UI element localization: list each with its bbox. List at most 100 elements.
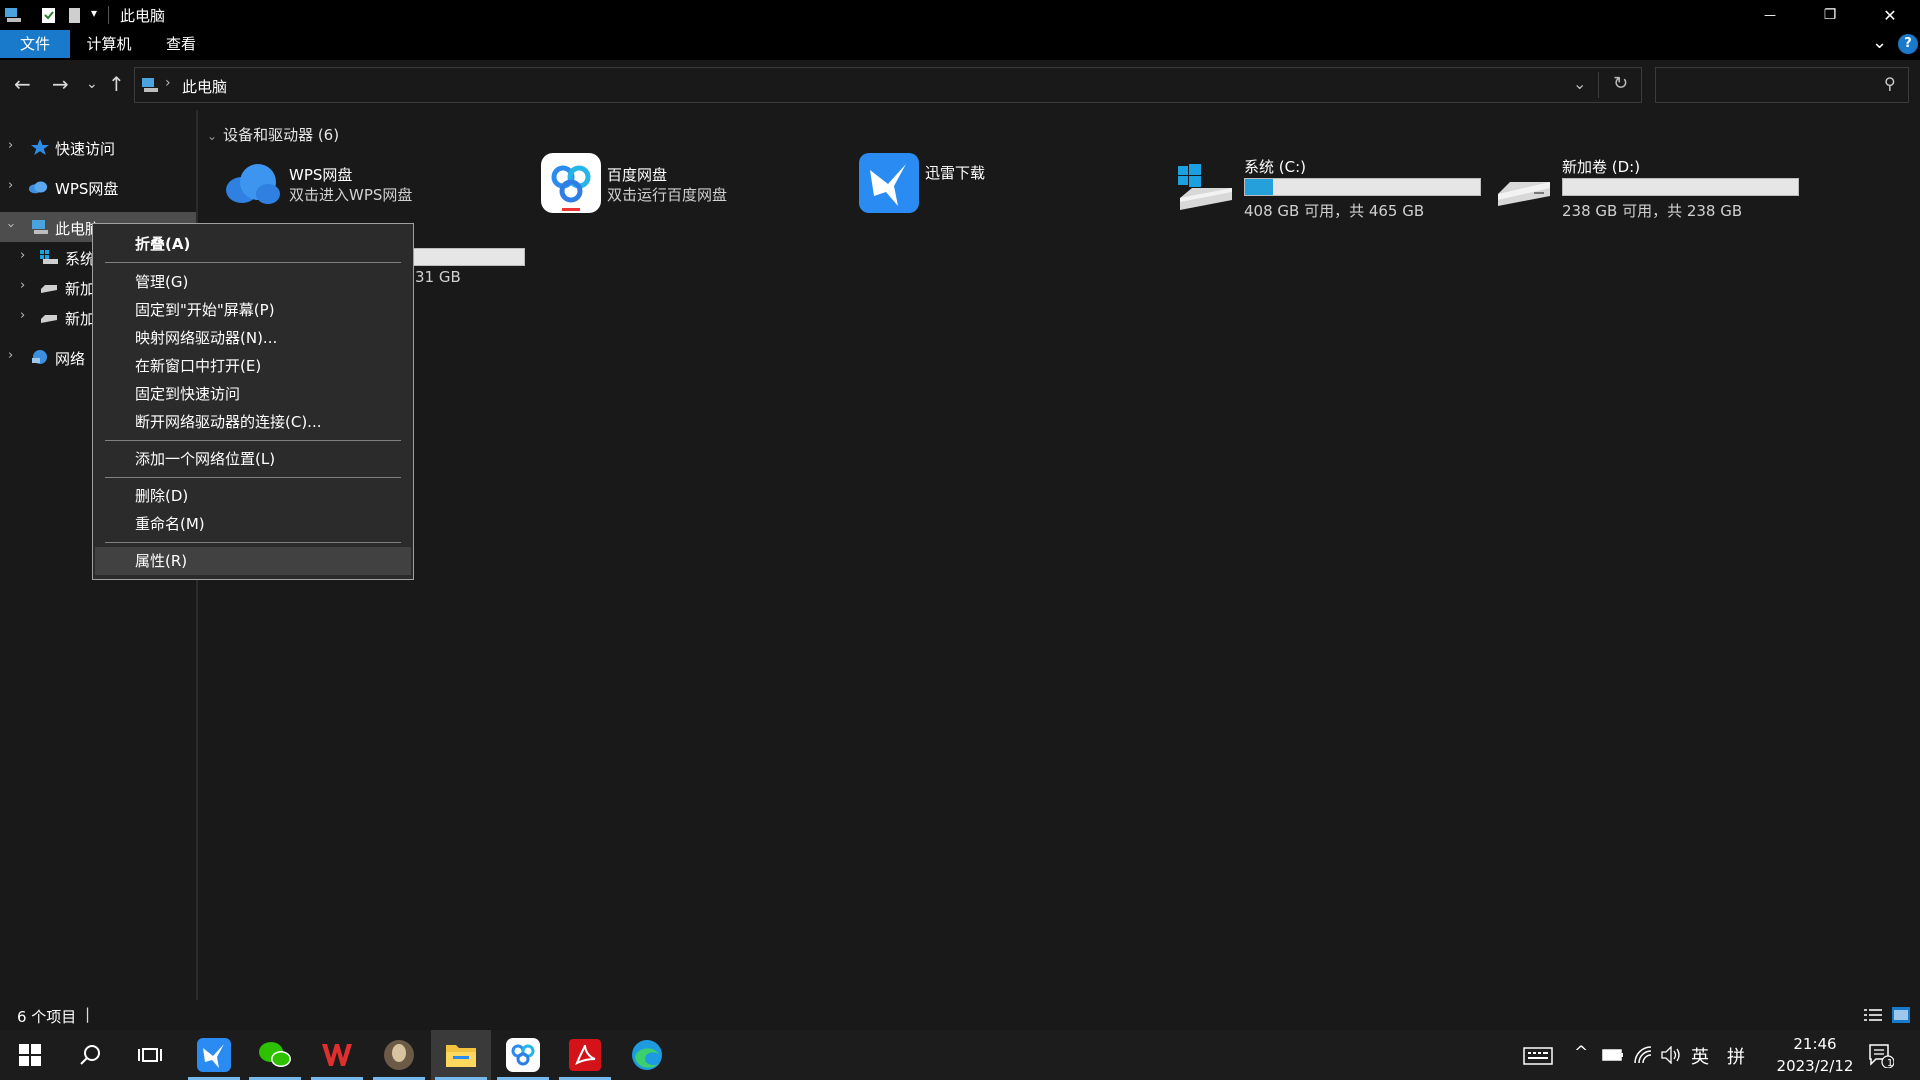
menu-item-properties[interactable]: 属性(R) (95, 547, 411, 575)
edge-browser-icon (632, 1040, 662, 1070)
drive-usage-bar (1562, 178, 1799, 196)
menu-item-add-network-location[interactable]: 添加一个网络位置(L) (95, 445, 411, 473)
drive-space-info: 408 GB 可用，共 465 GB (1244, 202, 1425, 220)
address-bar[interactable]: › 此电脑 ⌄ ↻ (134, 67, 1642, 103)
input-panel-icon[interactable] (1523, 1047, 1553, 1065)
taskbar-app-wps[interactable] (307, 1030, 367, 1080)
drive-d[interactable]: 新加卷 (D:) 238 GB 可用，共 238 GB (1494, 158, 1799, 242)
item-baidu-netdisk[interactable]: 百度网盘 双击运行百度网盘 (540, 152, 840, 232)
drive-space-info: 31 GB (415, 268, 461, 286)
title-bar: ▾ 此电脑 — ❐ ✕ (0, 0, 1920, 30)
ime-language-indicator[interactable]: 英 (1691, 1043, 1709, 1069)
back-button[interactable]: ← (14, 72, 31, 96)
restore-icon: ❐ (1823, 7, 1837, 23)
clock-date[interactable]: 2023/2/12 (1765, 1057, 1865, 1075)
minimize-button[interactable]: — (1740, 0, 1800, 30)
start-button[interactable] (0, 1030, 60, 1080)
sidebar-item-wps-cloud[interactable]: › WPS网盘 (0, 172, 196, 202)
recent-locations-button[interactable]: ⌄ (86, 76, 98, 92)
expand-chevron-icon[interactable]: › (8, 178, 13, 193)
item-description: 双击运行百度网盘 (607, 186, 728, 204)
up-button[interactable]: ↑ (108, 72, 125, 96)
menu-item-manage[interactable]: 管理(G) (95, 268, 411, 296)
sidebar-item-label: 网络 (55, 350, 86, 368)
wifi-icon[interactable] (1633, 1045, 1653, 1065)
search-input[interactable]: ⚲ (1655, 67, 1909, 103)
expand-chevron-icon[interactable]: › (20, 308, 25, 323)
menu-item-rename[interactable]: 重命名(M) (95, 510, 411, 538)
menu-item-open-new-window[interactable]: 在新窗口中打开(E) (95, 352, 411, 380)
help-icon[interactable]: ? (1898, 34, 1918, 54)
item-count: 6 个项目 (17, 1008, 77, 1026)
tab-view[interactable]: 查看 (152, 30, 210, 58)
close-button[interactable]: ✕ (1860, 0, 1920, 30)
folder-icon (446, 1045, 476, 1067)
collapse-chevron-icon[interactable]: › (3, 223, 18, 228)
wechat-icon (259, 1042, 291, 1067)
address-dropdown-icon[interactable]: ⌄ (1573, 74, 1586, 93)
item-xunlei-download[interactable]: 迅雷下载 (858, 152, 1158, 232)
taskbar-app-file-explorer[interactable] (431, 1030, 491, 1080)
taskbar-app-avatar[interactable] (369, 1030, 429, 1080)
battery-icon[interactable] (1602, 1048, 1624, 1062)
details-view-icon[interactable] (1864, 1008, 1882, 1022)
computer-icon (32, 220, 48, 234)
tab-computer[interactable]: 计算机 (76, 30, 142, 58)
breadcrumb-this-pc[interactable]: 此电脑 (182, 76, 227, 97)
drive-name: 系统 (C:) (1244, 158, 1306, 176)
drive-c[interactable]: 系统 (C:) 408 GB 可用，共 465 GB (1176, 158, 1481, 242)
expand-chevron-icon[interactable]: › (8, 138, 13, 153)
group-header[interactable]: ⌄ 设备和驱动器 (6) (207, 124, 339, 145)
refresh-icon[interactable]: ↻ (1613, 73, 1628, 94)
tab-file[interactable]: 文件 (0, 30, 70, 58)
maximize-button[interactable]: ❐ (1800, 0, 1860, 30)
menu-separator (105, 542, 401, 543)
volume-icon[interactable] (1661, 1046, 1683, 1064)
group-header-label: 设备和驱动器 (6) (223, 126, 340, 144)
expand-chevron-icon[interactable]: › (20, 278, 25, 293)
notification-count-badge: 1 (1886, 1058, 1894, 1069)
menu-item-delete[interactable]: 删除(D) (95, 482, 411, 510)
menu-separator (105, 440, 401, 441)
taskbar-app-baidu-netdisk[interactable] (493, 1030, 553, 1080)
status-separator: | (85, 1005, 91, 1023)
taskbar-app-acrobat[interactable] (555, 1030, 615, 1080)
task-view-button[interactable] (120, 1030, 180, 1080)
new-folder-icon[interactable] (66, 5, 84, 25)
expand-chevron-icon[interactable]: › (20, 248, 25, 263)
menu-item-disconnect-network-drive[interactable]: 断开网络驱动器的连接(C)... (95, 408, 411, 436)
taskbar-app-xunlei[interactable] (184, 1030, 244, 1080)
drive-name: 新加卷 (D:) (1562, 158, 1641, 176)
drive-icon (41, 315, 57, 323)
menu-separator (105, 477, 401, 478)
taskbar-app-wechat[interactable] (245, 1030, 305, 1080)
ime-mode-indicator[interactable]: 拼 (1727, 1043, 1745, 1069)
menu-item-pin-to-start[interactable]: 固定到"开始"屏幕(P) (95, 296, 411, 324)
menu-item-map-network-drive[interactable]: 映射网络驱动器(N)... (95, 324, 411, 352)
search-button[interactable] (60, 1030, 120, 1080)
xunlei-icon (859, 153, 919, 213)
drive-icon (1498, 182, 1550, 206)
item-wps-cloud[interactable]: WPS网盘 双击进入WPS网盘 (222, 152, 522, 232)
menu-item-collapse[interactable]: 折叠(A) (95, 230, 411, 258)
forward-button[interactable]: → (52, 72, 69, 96)
show-hidden-icons-caret[interactable]: ^ (1574, 1043, 1588, 1063)
taskbar-app-edge[interactable] (617, 1030, 677, 1080)
expand-chevron-icon[interactable]: › (8, 348, 13, 363)
computer-icon (5, 8, 21, 22)
navigation-bar: ← → ⌄ ↑ › 此电脑 ⌄ ↻ ⚲ (0, 60, 1920, 110)
clock-time[interactable]: 21:46 (1775, 1035, 1855, 1053)
breadcrumb-separator[interactable]: › (165, 75, 171, 91)
context-menu: 折叠(A) 管理(G) 固定到"开始"屏幕(P) 映射网络驱动器(N)... 在… (92, 223, 414, 580)
menu-item-pin-quick-access[interactable]: 固定到快速访问 (95, 380, 411, 408)
wps-office-icon (322, 1044, 352, 1066)
tiles-view-icon[interactable] (1892, 1007, 1910, 1023)
window-title: 此电脑 (120, 7, 166, 25)
app-avatar-icon (384, 1040, 414, 1070)
properties-icon[interactable] (40, 5, 58, 25)
group-collapse-icon: ⌄ (207, 129, 218, 143)
item-name: 百度网盘 (607, 166, 668, 184)
sidebar-item-quick-access[interactable]: › 快速访问 (0, 132, 196, 162)
ribbon-expand-icon[interactable]: ⌄ (1872, 32, 1887, 53)
qat-dropdown-icon[interactable]: ▾ (91, 6, 97, 20)
